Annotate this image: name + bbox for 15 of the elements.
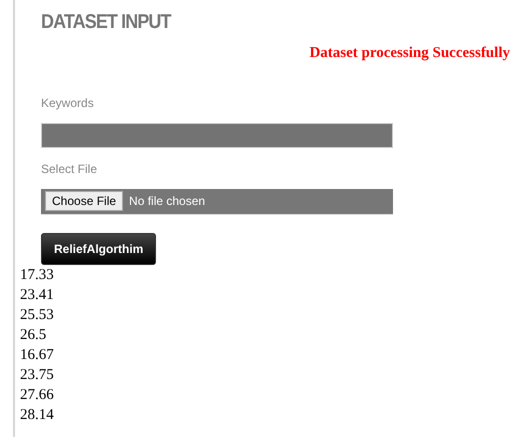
result-value: 26.5 xyxy=(20,326,46,342)
result-value: 16.67 xyxy=(20,346,54,362)
relief-algorithm-button[interactable]: ReliefAlgorthim xyxy=(41,232,156,264)
result-value: 23.41 xyxy=(20,286,54,302)
result-value: 17.33 xyxy=(20,266,54,282)
success-message: Dataset processing Successfully xyxy=(309,45,510,61)
field-label: Keywords xyxy=(41,96,94,110)
result-value: 27.66 xyxy=(20,386,54,402)
page-heading: DATASET INPUT xyxy=(41,10,171,34)
field-label: Select File xyxy=(41,162,98,176)
keywords-field[interactable] xyxy=(41,122,393,148)
result-value: 28.14 xyxy=(20,406,54,422)
result-value: 23.75 xyxy=(20,366,54,382)
result-value: 25.53 xyxy=(20,306,54,322)
file-field[interactable]: Choose File No file chosen xyxy=(41,188,393,214)
